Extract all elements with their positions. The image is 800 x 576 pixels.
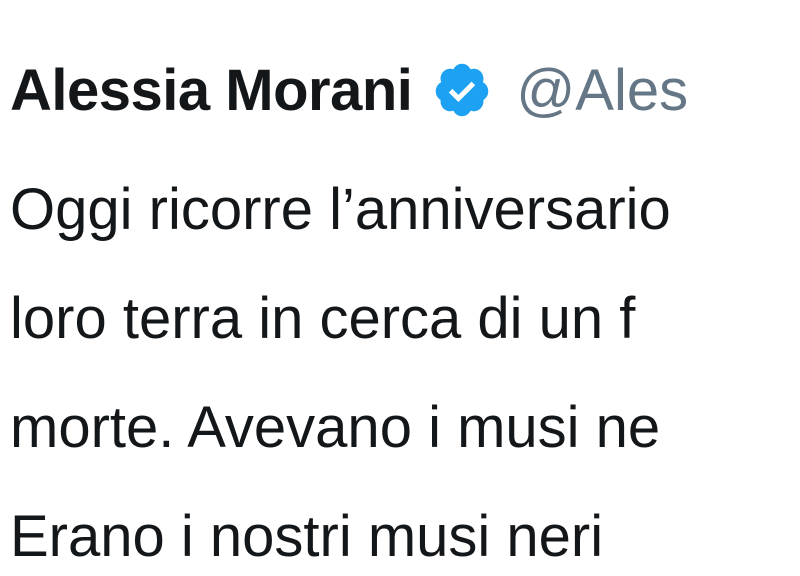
tweet-header: Alessia Morani @Ales xyxy=(10,50,688,130)
tweet-text-line: loro terra in cerca di un f xyxy=(10,286,636,351)
tweet-text-line: morte. Avevano i musi ne xyxy=(10,395,661,460)
tweet-card: Alessia Morani @Ales Oggi ricorre l’anni… xyxy=(0,0,800,576)
tweet-text-line: Oggi ricorre l’anniversario xyxy=(10,177,671,242)
verified-badge-icon xyxy=(432,60,492,120)
author-display-name[interactable]: Alessia Morani xyxy=(10,57,413,124)
tweet-text: Oggi ricorre l’anniversario loro terra i… xyxy=(10,155,800,576)
tweet-text-line: Erano i nostri musi neri xyxy=(10,504,604,569)
author-handle[interactable]: @Ales xyxy=(516,57,688,124)
